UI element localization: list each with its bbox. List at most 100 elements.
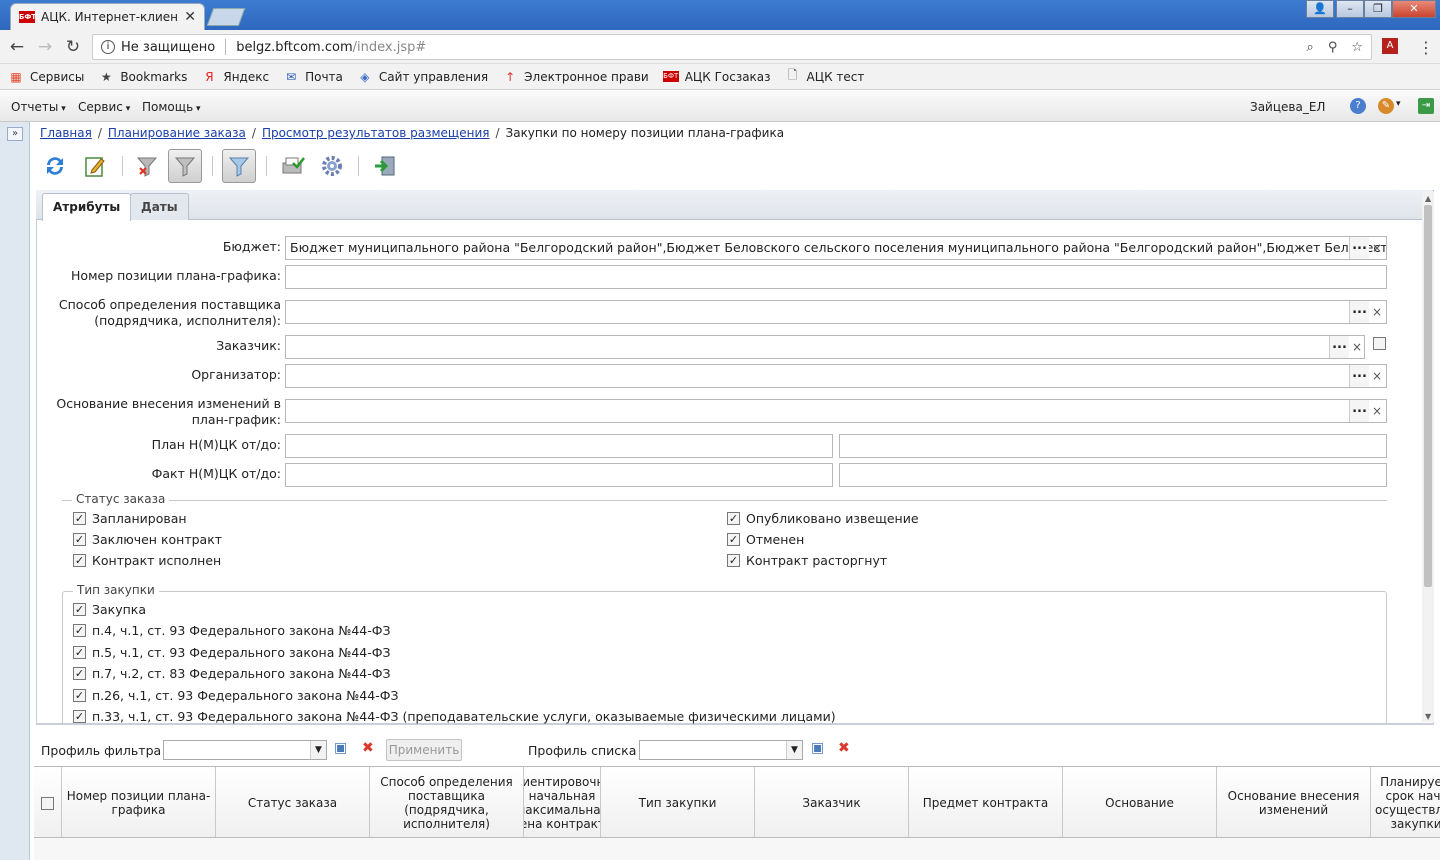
breadcrumb-results[interactable]: Просмотр результатов размещения [262,126,490,140]
list-profile-select[interactable]: ▼ [639,740,803,760]
col-status[interactable]: Статус заказа [216,767,370,837]
chevron-down-icon[interactable]: ▾ [1396,99,1401,109]
position-number-input[interactable] [285,265,1387,289]
logout-icon[interactable]: ⇥ [1418,98,1434,114]
edit-button[interactable] [78,149,112,183]
type-p7-checkbox[interactable]: ✓ п.7, ч.2, ст. 83 Федерального закона №4… [73,666,391,681]
col-customer[interactable]: Заказчик [755,767,909,837]
status-executed-checkbox[interactable]: ✓ Контракт исполнен [73,553,221,568]
plan-price-to-input[interactable] [839,434,1387,458]
tab-dates[interactable]: Даты [130,193,189,220]
bookmark-mail[interactable]: ✉ Почта [283,70,343,84]
status-published-checkbox[interactable]: ✓ Опубликовано извещение [727,511,919,526]
method-lookup-button[interactable]: ... [1349,301,1369,323]
type-p26-checkbox[interactable]: ✓ п.26, ч.1, ст. 93 Федерального закона №… [73,688,398,703]
scroll-down-icon[interactable]: ▼ [1425,712,1431,721]
forward-icon[interactable]: → [34,36,56,58]
menu-reports[interactable]: Отчеты [11,100,66,114]
scroll-up-icon[interactable]: ▲ [1425,194,1431,203]
menu-service[interactable]: Сервис [78,100,130,114]
new-tab-button[interactable] [206,8,246,26]
info-icon[interactable]: i [101,40,115,54]
organizer-clear-icon[interactable]: × [1368,365,1386,387]
scrollbar-thumb[interactable] [1424,205,1432,587]
breadcrumb-planning[interactable]: Планирование заказа [108,126,246,140]
col-method[interactable]: Способ определения поставщика (подрядчик… [370,767,524,837]
bookmark-gov[interactable]: ↑ Электронное прави [502,70,649,84]
col-subject[interactable]: Предмет контракта [909,767,1063,837]
reload-icon[interactable]: ↻ [62,36,84,58]
apply-filter-button[interactable] [222,149,256,183]
apply-button[interactable]: Применить [386,739,462,761]
basis-clear-icon[interactable]: × [1368,400,1386,422]
fact-price-to-input[interactable] [839,463,1387,487]
tab-close-icon[interactable]: ✕ [184,9,196,25]
customer-checkbox[interactable] [1373,337,1386,350]
pdf-extension-icon[interactable]: A [1382,38,1398,54]
organizer-lookup-button[interactable]: ... [1349,365,1369,387]
method-clear-icon[interactable]: × [1368,301,1386,323]
delete-filter-profile-icon[interactable]: ✖ [362,740,374,756]
select-all-checkbox[interactable] [41,796,54,810]
window-close-button[interactable]: ✕ [1392,0,1436,18]
fact-price-from-input[interactable] [285,463,833,487]
type-p5-checkbox[interactable]: ✓ п.5, ч.1, ст. 93 Федерального закона №4… [73,645,391,660]
bookmark-bookmarks[interactable]: ★ Bookmarks [98,70,187,84]
bookmark-star-icon[interactable]: ☆ [1351,40,1363,55]
bookmark-site[interactable]: ◈ Сайт управления [357,70,488,84]
col-position-number[interactable]: Номер позиции плана-графика [62,767,216,837]
browser-tab[interactable]: БФТ АЦК. Интернет-клиент ( ✕ [10,3,205,30]
basis-field[interactable] [285,399,1387,423]
menu-help[interactable]: Помощь [142,100,201,114]
customer-field[interactable] [285,335,1365,359]
bookmark-services[interactable]: ▦ Сервисы [8,70,84,84]
basis-lookup-button[interactable]: ... [1349,400,1369,422]
bookmark-ack-test[interactable]: 🗋 АЦК тест [785,66,865,87]
type-purchase-checkbox[interactable]: ✓ Закупка [73,602,146,617]
col-basis[interactable]: Основание [1063,767,1217,837]
save-filter-profile-icon[interactable]: ▣ [334,740,347,756]
col-planned-start[interactable]: Планируемый срок начала осуществления за… [1371,767,1440,837]
budget-clear-icon[interactable]: × [1368,237,1386,259]
save-list-profile-icon[interactable]: ▣ [811,740,824,756]
browser-menu-icon[interactable]: ⋮ [1418,38,1434,57]
zoom-icon[interactable]: ⌕ [1307,40,1314,55]
help-icon[interactable]: ? [1350,98,1366,114]
bookmark-yandex[interactable]: Я Яндекс [201,70,269,84]
budget-lookup-button[interactable]: ... [1349,237,1369,259]
user-icon[interactable]: 👤 [1306,0,1334,18]
settings-button[interactable] [315,149,349,183]
tab-attributes[interactable]: Атрибуты [42,193,132,221]
pin-icon[interactable]: ⚲ [1328,40,1338,55]
plan-price-from-input[interactable] [285,434,833,458]
customer-clear-icon[interactable]: × [1348,336,1366,358]
url-input[interactable]: i Не защищено belgz.bftcom.com/index.jsp… [92,34,1372,60]
col-purchase-type[interactable]: Тип закупки [601,767,755,837]
status-cancelled-checkbox[interactable]: ✓ Отменен [727,532,804,547]
status-contracted-checkbox[interactable]: ✓ Заключен контракт [73,532,222,547]
minimize-button[interactable]: – [1336,0,1364,18]
refresh-button[interactable] [38,149,72,183]
print-button[interactable] [276,149,310,183]
clear-filter-button[interactable] [130,149,164,183]
status-terminated-checkbox[interactable]: ✓ Контракт расторгнут [727,553,887,568]
method-field[interactable] [285,300,1387,324]
type-p4-checkbox[interactable]: ✓ п.4, ч.1, ст. 93 Федерального закона №4… [73,623,391,638]
filter-button[interactable] [168,149,202,183]
maximize-button[interactable]: ❐ [1364,0,1392,18]
col-change-basis[interactable]: Основание внесения изменений [1217,767,1371,837]
back-icon[interactable]: ← [6,36,28,58]
type-p33-checkbox[interactable]: ✓ п.33, ч.1, ст. 93 Федерального закона №… [73,709,836,724]
budget-field[interactable]: Бюджет муниципального района "Белгородск… [285,236,1387,260]
delete-list-profile-icon[interactable]: ✖ [838,740,850,756]
expand-panel-icon[interactable]: » [7,127,23,141]
breadcrumb-home[interactable]: Главная [40,126,92,140]
status-planned-checkbox[interactable]: ✓ Запланирован [73,511,187,526]
bookmark-ack[interactable]: БФТ АЦК Госзаказ [662,70,771,84]
filter-profile-select[interactable]: ▼ [163,740,327,760]
customer-lookup-button[interactable]: ... [1329,336,1349,358]
settings-icon[interactable]: ✎ [1378,98,1394,114]
col-price[interactable]: Ориентировочная начальная (максимальная)… [524,767,601,837]
export-button[interactable] [368,149,402,183]
organizer-field[interactable] [285,364,1387,388]
